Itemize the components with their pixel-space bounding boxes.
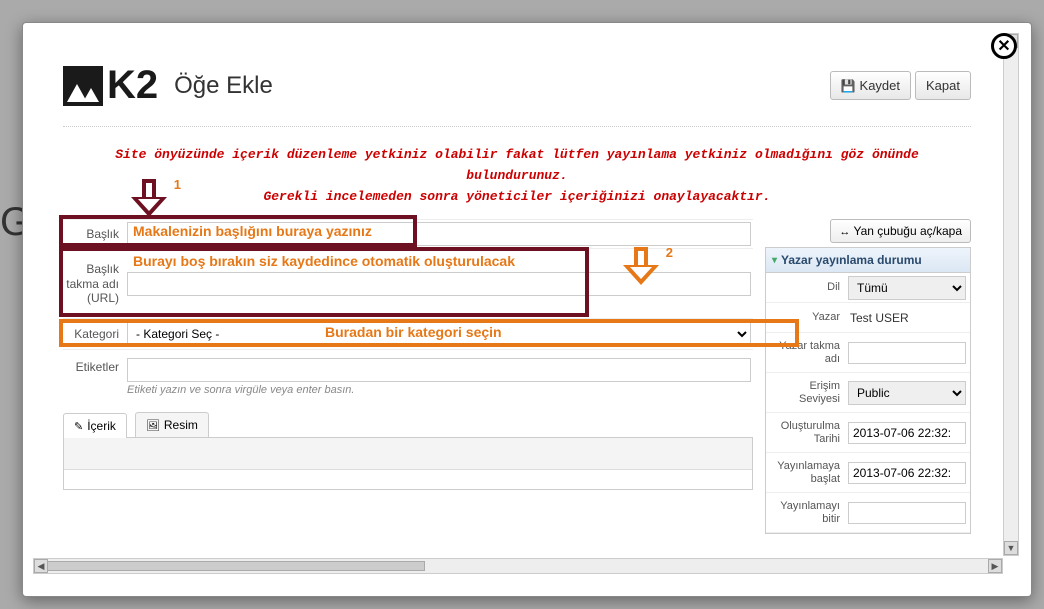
tab-content[interactable]: İçerik [63,413,127,438]
k2-logo: K2 [63,63,158,108]
scroll-right-icon[interactable]: ▶ [988,559,1002,573]
lang-label: Dil [766,273,844,302]
close-button[interactable]: Kapat [915,71,971,100]
image-icon [146,418,160,432]
created-label: Oluşturulma Tarihi [766,413,844,452]
pubend-input[interactable] [848,502,966,524]
scroll-left-icon[interactable]: ◀ [34,559,48,573]
title-input[interactable] [127,222,751,246]
close-icon[interactable]: ✕ [991,33,1017,59]
category-select[interactable]: - Kategori Seç - [127,321,751,347]
scroll-thumb[interactable] [38,561,425,571]
pubend-label: Yayınlamayı bitir [766,493,844,532]
tags-hint: Etiketi yazın ve sonra virgüle veya ente… [127,384,751,396]
tags-label: Etiketler [63,356,125,378]
access-select[interactable]: Public [848,381,966,405]
pubstart-input[interactable] [848,462,966,484]
pubstart-label: Yayınlamaya başlat [766,453,844,492]
tags-input[interactable] [127,358,751,382]
sidebar-header[interactable]: Yazar yayınlama durumu [766,248,970,273]
author-alias-label: Yazar takma adı [766,333,844,372]
sidebar-toggle-button[interactable]: Yan çubuğu aç/kapa [830,219,971,243]
lang-select[interactable]: Tümü [848,276,966,300]
editor-toolbar[interactable] [64,438,752,470]
page-title: Öğe Ekle [174,72,273,100]
modal-content: K2 Öğe Ekle Kaydet Kapat Site önyüzünde … [33,33,1001,556]
disk-icon [841,78,856,93]
pencil-icon [74,419,83,433]
sidebar-panel: Yazar yayınlama durumu Dil Tümü Yazar Te… [765,247,971,534]
divider [63,126,971,127]
modal-dialog: ✕ K2 Öğe Ekle Kaydet Kapat Site önyüzünd… [22,22,1032,597]
scroll-down-icon[interactable]: ▼ [1004,541,1018,555]
author-value: Test USER [848,311,909,325]
created-input[interactable] [848,422,966,444]
callout-arrow-2: 2 [623,247,659,289]
author-alias-input[interactable] [848,342,966,364]
save-button[interactable]: Kaydet [830,71,911,100]
access-label: Erişim Seviyesi [766,373,844,412]
editor-area[interactable] [63,438,753,490]
vertical-scrollbar[interactable]: ▲ ▼ [1003,33,1019,556]
tab-image[interactable]: Resim [135,412,209,437]
category-label: Kategori [63,323,125,345]
title-label: Başlık [63,223,125,245]
author-label: Yazar [766,303,844,332]
callout-arrow-1: 1 [131,179,167,221]
alias-label: Başlık takma adı (URL) [63,258,125,309]
horizontal-scrollbar[interactable]: ◀ ▶ [33,558,1003,574]
permission-notice: Site önyüzünde içerik düzenleme yetkiniz… [75,145,959,207]
